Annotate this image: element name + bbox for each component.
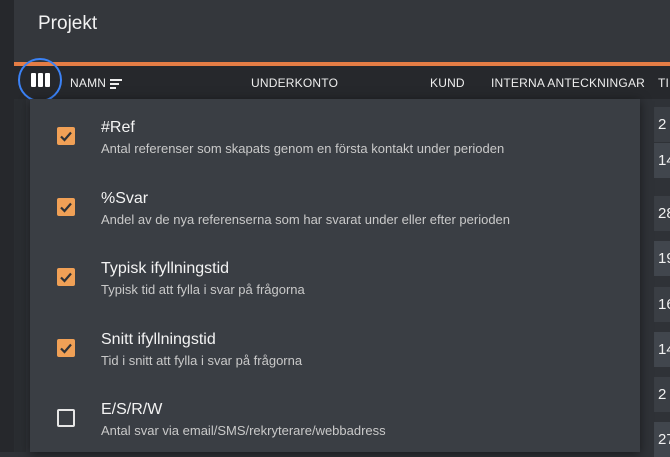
table-header: NAMN UNDERKONTO KUND INTERNA ANTECKNINGA… (14, 58, 670, 102)
column-header-subaccount[interactable]: UNDERKONTO (251, 76, 338, 90)
column-picker-button[interactable] (18, 58, 62, 102)
option-description: Andel av de nya referenserna som har sva… (101, 212, 511, 227)
page-title: Projekt (38, 13, 98, 34)
option-description: Tid i snitt att fylla i svar på frågorna (101, 353, 303, 368)
check-icon (60, 131, 72, 142)
column-option-average-fill-time[interactable]: Snitt ifyllningstid Tid i snitt att fyll… (30, 311, 640, 381)
option-title: Snitt ifyllningstid (101, 331, 216, 348)
column-header-customer[interactable]: KUND (430, 76, 465, 90)
checkbox[interactable] (57, 127, 75, 145)
checkbox[interactable] (57, 268, 75, 286)
option-description: Typisk tid att fylla i svar på frågorna (101, 282, 305, 297)
column-option-ref[interactable]: #Ref Antal referenser som skapats genom … (30, 99, 640, 169)
top-bar: Projekt (14, 0, 670, 62)
table-cell: 19 (654, 241, 670, 276)
table-cell: 16 (654, 287, 670, 322)
column-header-partial[interactable]: TI (658, 76, 669, 90)
option-title: %Svar (101, 190, 149, 207)
check-icon (60, 272, 72, 283)
column-header-name[interactable]: NAMN (70, 76, 106, 90)
table-cell: 14 (654, 143, 670, 178)
table-left-gutter (14, 99, 26, 452)
sort-icon[interactable] (110, 79, 122, 91)
column-option-esrw[interactable]: E/S/R/W Antal svar via email/SMS/rekryte… (30, 381, 640, 451)
check-icon (60, 343, 72, 354)
table-cell: 28 (654, 196, 670, 231)
option-title: #Ref (101, 119, 135, 136)
column-option-typical-fill-time[interactable]: Typisk ifyllningstid Typisk tid att fyll… (30, 240, 640, 310)
table-cell: 2 (654, 377, 670, 412)
table-cell: 2 (654, 107, 670, 142)
option-description: Antal svar via email/SMS/rekryterare/web… (101, 423, 386, 438)
left-edge (0, 0, 14, 452)
checkbox[interactable] (57, 409, 75, 427)
checkbox[interactable] (57, 339, 75, 357)
columns-icon (30, 73, 36, 87)
check-icon (60, 202, 72, 213)
column-option-svar[interactable]: %Svar Andel av de nya referenserna som h… (30, 170, 640, 240)
table-cell: 14 (654, 332, 670, 367)
option-description: Antal referenser som skapats genom en fö… (101, 141, 505, 156)
column-header-internal-notes[interactable]: INTERNA ANTECKNINGAR (491, 76, 645, 90)
option-title: E/S/R/W (101, 401, 163, 418)
column-picker-panel: #Ref Antal referenser som skapats genom … (30, 99, 640, 452)
checkbox[interactable] (57, 198, 75, 216)
table-partial-column: 2 14 28 19 16 14 2 27 (654, 107, 670, 457)
option-title: Typisk ifyllningstid (101, 260, 230, 277)
